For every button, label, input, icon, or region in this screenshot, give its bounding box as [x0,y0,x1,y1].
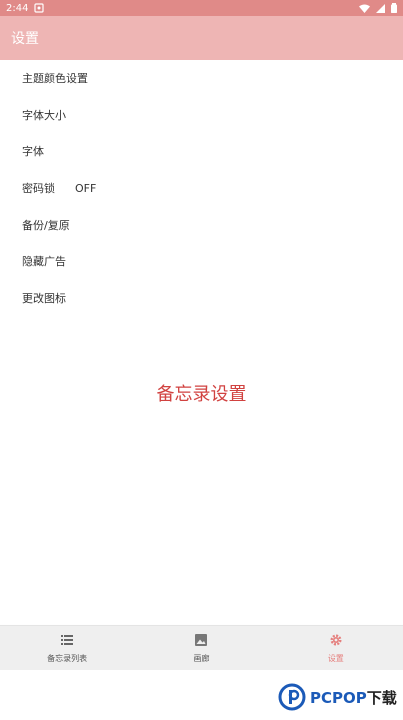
nav-label: 设置 [327,653,344,663]
settings-item-label: 字体 [22,145,44,159]
nav-item-memo-list[interactable]: 备忘录列表 [0,626,134,670]
status-left: 2:44 [6,2,45,14]
gear-icon [330,633,342,646]
watermark-brand: PCPOP [310,688,367,707]
settings-item-password-lock[interactable]: 密码锁 OFF [0,170,403,207]
nav-label: 画廊 [193,653,210,663]
settings-item-label: 主题颜色设置 [22,72,88,86]
image-icon [195,633,208,646]
settings-item-label: 隐藏广告 [22,255,66,269]
wifi-icon [359,4,370,13]
battery-icon [391,3,397,13]
settings-item-change-icon[interactable]: 更改图标 [0,280,403,317]
list-icon [61,634,74,645]
memo-settings-heading: 备忘录设置 [156,384,247,405]
bottom-nav: 备忘录列表 画廊 设置 [0,625,403,670]
settings-item-theme-color[interactable]: 主题颜色设置 [0,60,403,97]
password-lock-status: OFF [75,181,97,195]
status-time: 2:44 [6,2,29,14]
nav-label: 备忘录列表 [47,653,88,663]
watermark-suffix: 下载 [366,688,397,707]
notification-icon [34,3,45,13]
pcpop-logo-icon [278,683,306,711]
app-bar: 设置 [0,16,403,60]
settings-item-label: 更改图标 [22,291,66,305]
settings-item-label: 字体大小 [22,108,66,122]
pcpop-watermark: PCPOP下载 [278,683,397,711]
status-right [359,3,397,13]
page-title: 设置 [11,31,39,47]
nav-item-gallery[interactable]: 画廊 [134,626,268,670]
watermark-text: PCPOP下载 [310,687,397,708]
settings-item-backup-restore[interactable]: 备份/复原 [0,206,403,243]
settings-item-font[interactable]: 字体 [0,133,403,170]
settings-item-font-size[interactable]: 字体大小 [0,97,403,134]
nav-item-settings[interactable]: 设置 [269,626,403,670]
settings-list: 主题颜色设置 字体大小 字体 密码锁 OFF 备份/复原 隐藏广告 更改图标 [0,60,403,316]
settings-item-hide-ads[interactable]: 隐藏广告 [0,243,403,280]
signal-icon [376,3,385,13]
status-bar: 2:44 [0,0,403,16]
settings-item-label: 备份/复原 [22,218,70,232]
settings-item-label: 密码锁 [22,182,55,196]
